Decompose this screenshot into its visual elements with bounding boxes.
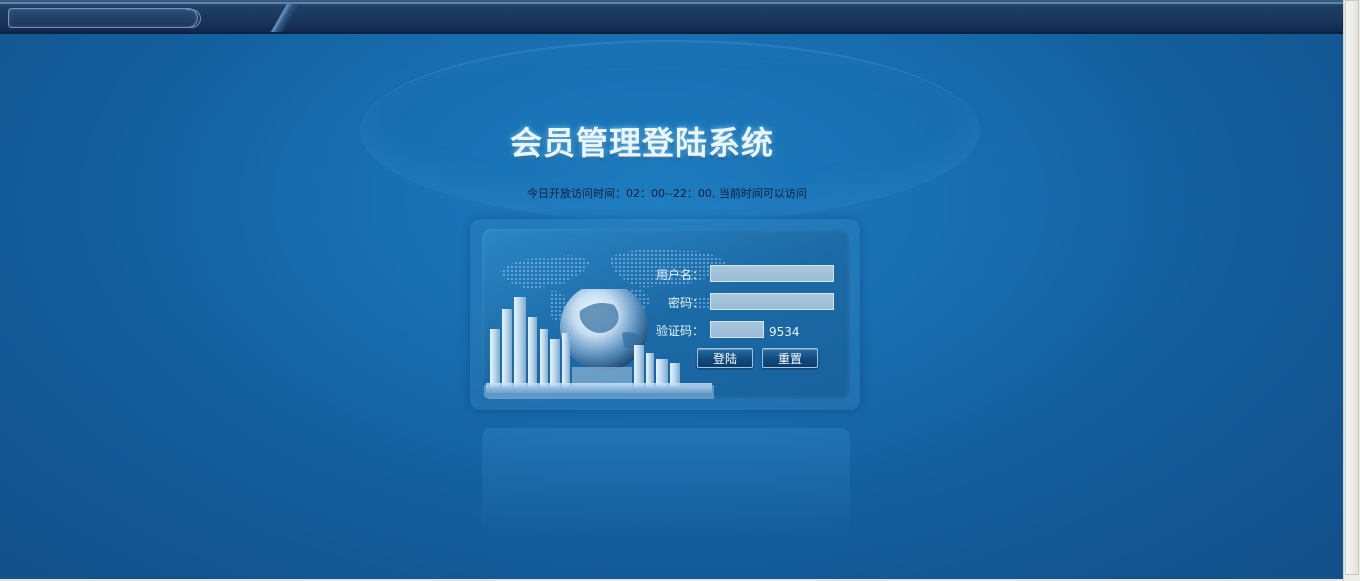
vertical-scrollbar[interactable] bbox=[1343, 0, 1360, 581]
top-banner-highlight bbox=[0, 2, 1343, 4]
login-panel bbox=[482, 229, 850, 399]
top-banner-tab-cap bbox=[186, 9, 201, 28]
top-banner-tab-decoration bbox=[8, 8, 198, 28]
captcha-label: 验证码： bbox=[655, 324, 704, 338]
illustration-ground bbox=[486, 383, 712, 393]
password-input[interactable] bbox=[710, 293, 834, 310]
page-title: 会员管理登陆系统 bbox=[510, 124, 775, 162]
top-banner-slant-decoration bbox=[262, 4, 310, 32]
username-label: 用户名： bbox=[655, 268, 704, 282]
username-input[interactable] bbox=[710, 265, 834, 282]
access-time-notice: 今日开放访问时间：02：00--22：00, 当前时间可以访问 bbox=[527, 187, 807, 200]
scrollbar-thumb[interactable] bbox=[1345, 0, 1359, 575]
captcha-input[interactable] bbox=[710, 321, 764, 338]
password-label: 密码： bbox=[667, 296, 704, 310]
captcha-code: 9534 bbox=[769, 325, 800, 339]
login-page: 会员管理登陆系统 今日开放访问时间：02：00--22：00, 当前时间可以访问 bbox=[0, 0, 1343, 581]
reset-button[interactable]: 重置 bbox=[762, 348, 818, 368]
top-banner bbox=[0, 0, 1343, 34]
browser-viewport: 会员管理登陆系统 今日开放访问时间：02：00--22：00, 当前时间可以访问 bbox=[0, 0, 1360, 581]
panel-reflection bbox=[482, 428, 850, 538]
login-button[interactable]: 登陆 bbox=[697, 348, 753, 368]
